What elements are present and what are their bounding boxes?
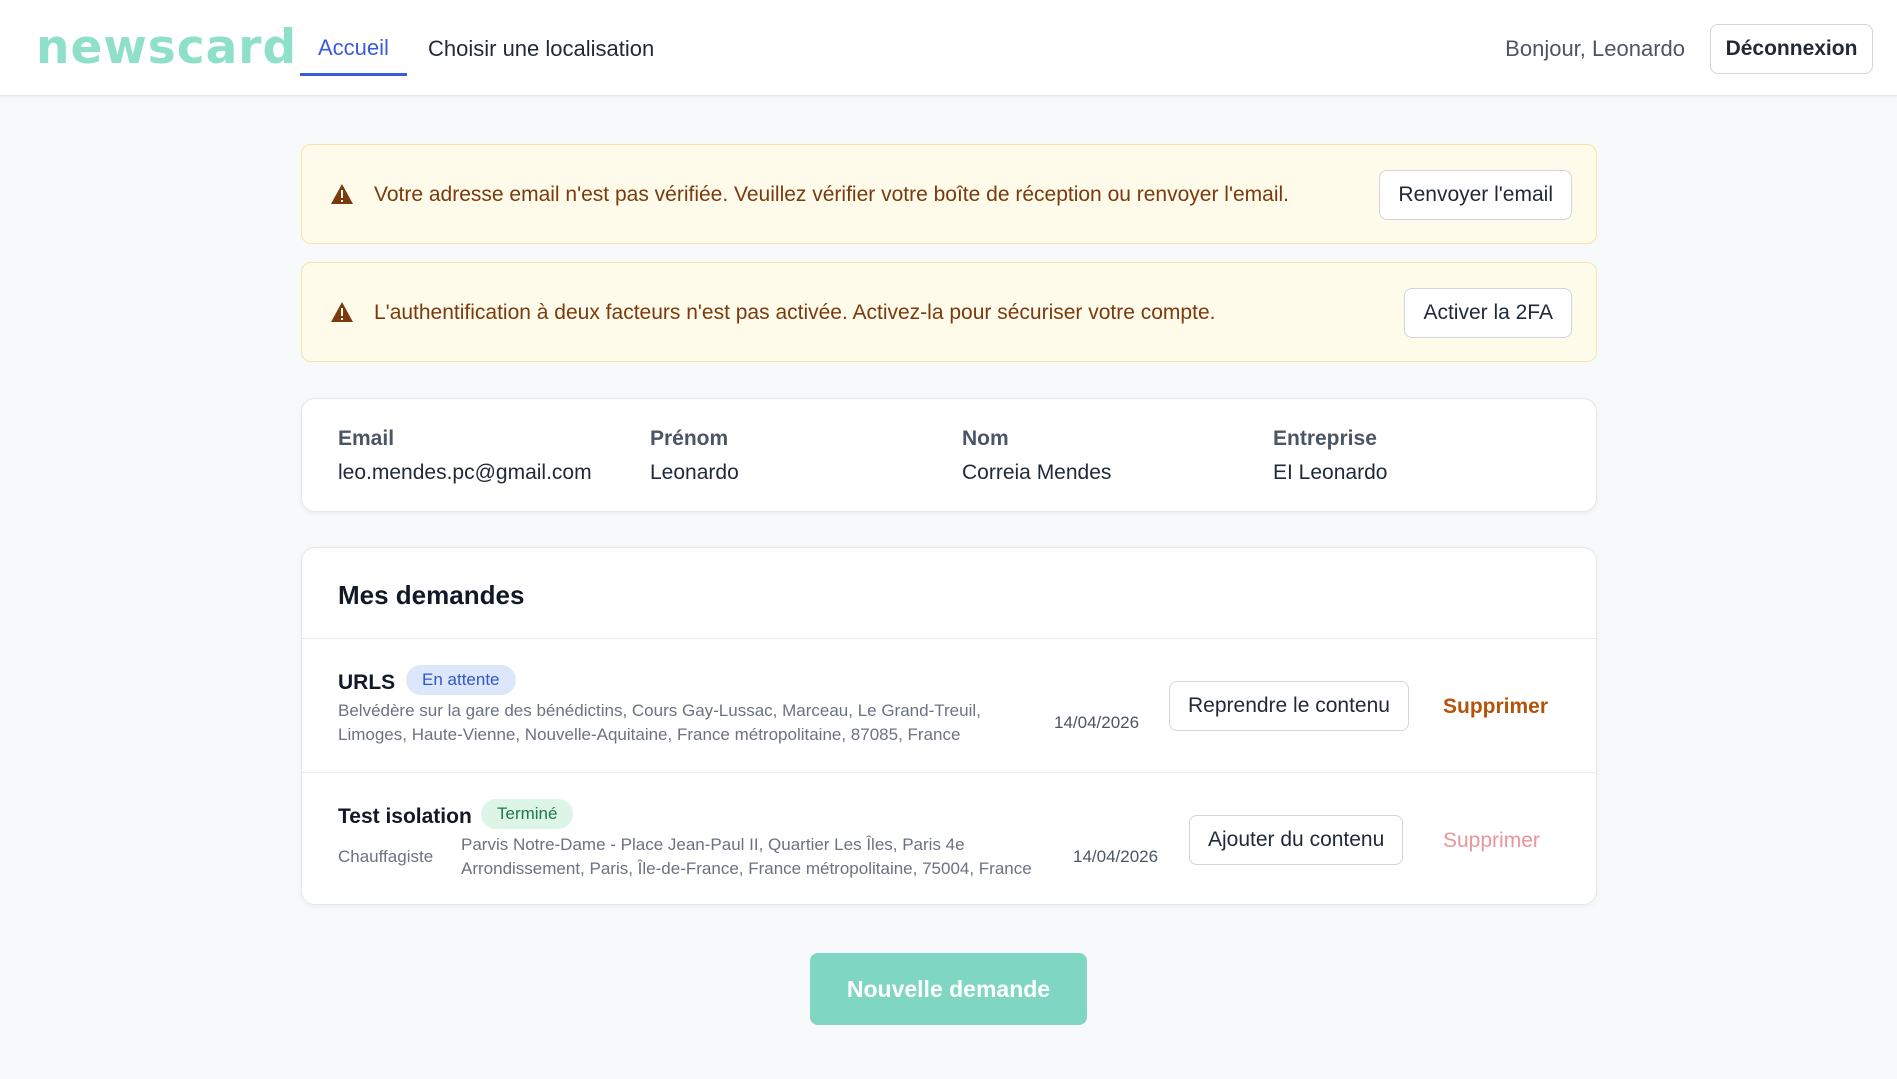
request-address: Parvis Notre-Dame - Place Jean-Paul II, …: [461, 833, 1032, 881]
profile-firstname: Prénom Leonardo: [650, 427, 739, 485]
logout-button[interactable]: Déconnexion: [1710, 24, 1873, 74]
enable-2fa-button[interactable]: Activer la 2FA: [1404, 288, 1572, 338]
delete-button[interactable]: Supprimer: [1443, 695, 1548, 719]
address-line: Arrondissement, Paris, Île-de-France, Fr…: [461, 859, 1032, 878]
profile-company: Entreprise EI Leonardo: [1273, 427, 1387, 485]
status-badge: En attente: [406, 665, 516, 695]
field-label: Email: [338, 427, 395, 450]
field-value: Correia Mendes: [962, 461, 1112, 484]
request-row[interactable]: Test isolation Terminé Chauffagiste Parv…: [302, 773, 1596, 906]
resume-content-button[interactable]: Reprendre le contenu: [1169, 681, 1409, 731]
request-date: 14/04/2026: [1073, 847, 1159, 866]
status-badge: Terminé: [481, 799, 574, 829]
request-date: 14/04/2026: [1054, 713, 1140, 732]
delete-button[interactable]: Supprimer: [1443, 829, 1540, 853]
alert-message: Votre adresse email n'est pas vérifiée. …: [374, 183, 1289, 206]
user-greeting: Bonjour, Leonardo: [1505, 36, 1685, 61]
request-title: URLS: [338, 671, 396, 694]
address-line: Belvédère sur la gare des bénédictins, C…: [338, 701, 981, 720]
field-label: Nom: [962, 427, 1009, 450]
field-label: Prénom: [650, 427, 729, 450]
request-address: Belvédère sur la gare des bénédictins, C…: [338, 699, 981, 747]
nav-home[interactable]: Accueil: [300, 0, 407, 76]
requests-card: Mes demandes URLS En attente Belvédère s…: [301, 547, 1597, 905]
request-title: Test isolation: [338, 805, 472, 828]
field-value: EI Leonardo: [1273, 461, 1388, 484]
top-navbar: newscard Accueil Choisir une localisatio…: [0, 0, 1897, 96]
profile-email: Email leo.mendes.pc@gmail.com: [338, 427, 592, 485]
profile-card: Email leo.mendes.pc@gmail.com Prénom Leo…: [301, 398, 1597, 512]
logo[interactable]: newscard: [36, 20, 297, 75]
field-value: leo.mendes.pc@gmail.com: [338, 461, 592, 484]
address-line: Limoges, Haute-Vienne, Nouvelle-Aquitain…: [338, 725, 961, 744]
address-line: Parvis Notre-Dame - Place Jean-Paul II, …: [461, 835, 965, 854]
field-value: Leonardo: [650, 461, 739, 484]
request-row[interactable]: URLS En attente Belvédère sur la gare de…: [302, 639, 1596, 772]
resend-email-button[interactable]: Renvoyer l'email: [1379, 170, 1572, 220]
new-request-button[interactable]: Nouvelle demande: [810, 953, 1087, 1025]
field-label: Entreprise: [1273, 427, 1377, 450]
nav-choose-location[interactable]: Choisir une localisation: [410, 0, 672, 76]
add-content-button[interactable]: Ajouter du contenu: [1189, 815, 1404, 865]
request-category: Chauffagiste: [338, 847, 434, 866]
alert-message: L'authentification à deux facteurs n'est…: [374, 301, 1216, 324]
requests-title: Mes demandes: [338, 580, 525, 610]
warning-icon: [331, 184, 353, 204]
email-verification-alert: Votre adresse email n'est pas vérifiée. …: [301, 144, 1597, 244]
warning-icon: [331, 302, 353, 322]
profile-lastname: Nom Correia Mendes: [962, 427, 1111, 485]
2fa-alert: L'authentification à deux facteurs n'est…: [301, 262, 1597, 362]
